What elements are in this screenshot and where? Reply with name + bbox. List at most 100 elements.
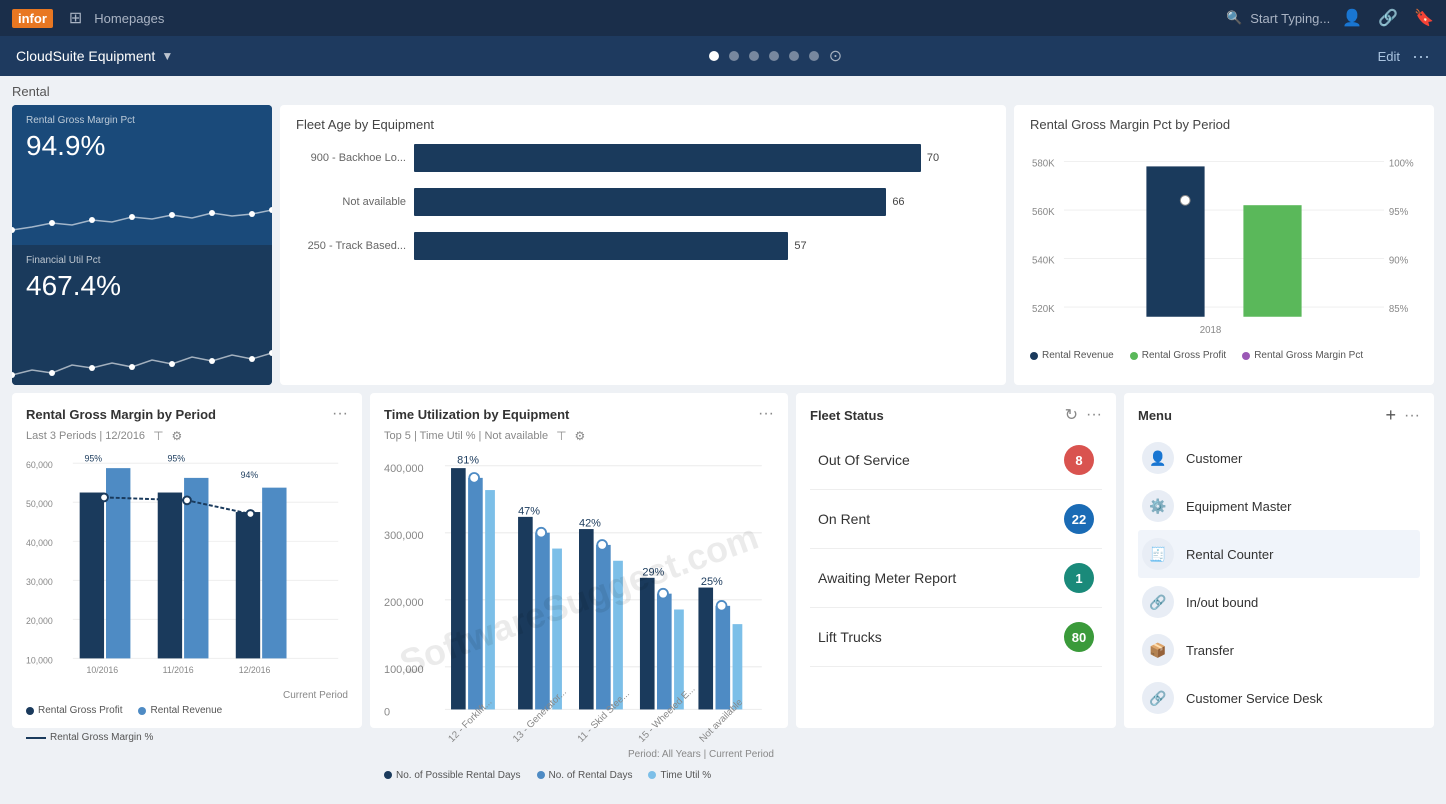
- filter-icon[interactable]: ⊤: [153, 429, 163, 443]
- time-util-legend: No. of Possible Rental Days No. of Renta…: [384, 770, 774, 781]
- svg-text:81%: 81%: [457, 454, 479, 466]
- menu-add-button[interactable]: +: [1386, 405, 1397, 426]
- tu-bar-5b: [716, 606, 731, 710]
- legend-gross-profit-2: Rental Gross Profit: [26, 705, 122, 716]
- legend-label-2: Rental Gross Profit: [1142, 350, 1226, 361]
- nav-dot-4[interactable]: [769, 51, 779, 61]
- time-util-card: Time Utilization by Equipment ··· Top 5 …: [370, 393, 788, 728]
- line-dot-2: [183, 496, 191, 504]
- fleet-status-more[interactable]: ···: [1086, 406, 1102, 424]
- fleet-status-label-1: Out Of Service: [818, 452, 1064, 468]
- more-button[interactable]: ···: [1412, 46, 1430, 67]
- nav-icons: 👤 🔗 🔖: [1342, 8, 1434, 28]
- line-dot-3: [247, 510, 255, 518]
- nav-dot-5[interactable]: [789, 51, 799, 61]
- rgm-svg: 580K 560K 540K 520K 100% 95% 90% 85%: [1030, 144, 1418, 344]
- svg-text:50,000: 50,000: [26, 499, 53, 509]
- menu-item-inout-bound[interactable]: 🔗 In/out bound: [1138, 578, 1420, 626]
- grid-icon[interactable]: ⊞: [69, 8, 82, 28]
- menu-more[interactable]: ···: [1404, 407, 1420, 425]
- legend-time-util: Time Util %: [648, 770, 711, 781]
- legend-dot-2: [1130, 352, 1138, 360]
- page-content: Rental Rental Gross Margin Pct 94.9%: [0, 76, 1446, 804]
- search-icon: 🔍: [1226, 10, 1242, 26]
- nav-dot-6[interactable]: [809, 51, 819, 61]
- share-icon[interactable]: 🔗: [1378, 8, 1398, 28]
- bar-container-3: 57: [414, 232, 990, 260]
- bookmark-icon[interactable]: 🔖: [1414, 8, 1434, 28]
- line-dot-1: [100, 494, 108, 502]
- gear-icon[interactable]: ⚙: [172, 429, 183, 443]
- transfer-icon: 📦: [1142, 634, 1174, 666]
- search-placeholder: Start Typing...: [1250, 11, 1330, 26]
- menu-item-customer-service-desk[interactable]: 🔗 Customer Service Desk: [1138, 674, 1420, 722]
- legend-label-3: Rental Gross Margin Pct: [1254, 350, 1363, 361]
- time-util-gear[interactable]: ⚙: [575, 429, 586, 443]
- legend-rental-days: No. of Rental Days: [537, 770, 633, 781]
- tu-bar-1c: [485, 490, 495, 709]
- tu-dot-2: [536, 528, 546, 538]
- menu-item-mco-quick-entry[interactable]: ⚡ MCO Quick Entry: [1138, 722, 1420, 728]
- kpi-top: Rental Gross Margin Pct 94.9%: [12, 105, 272, 245]
- rgm-period-subtitle: Last 3 Periods | 12/2016 ⊤ ⚙: [26, 429, 348, 443]
- fleet-badge-3: 1: [1064, 563, 1094, 593]
- inout-bound-icon: 🔗: [1142, 586, 1174, 618]
- fleet-age-card: Fleet Age by Equipment 900 - Backhoe Lo.…: [280, 105, 1006, 385]
- fleet-status-list: Out Of Service 8 On Rent 22 Awaiting Met…: [810, 431, 1102, 667]
- rgm-period-more[interactable]: ···: [332, 405, 348, 423]
- homepages-label[interactable]: Homepages: [94, 11, 164, 26]
- search-area[interactable]: 🔍 Start Typing...: [1226, 10, 1330, 26]
- svg-text:95%: 95%: [85, 453, 103, 463]
- top-row: Rental Gross Margin Pct 94.9% Financial …: [12, 105, 1434, 385]
- svg-text:90%: 90%: [1389, 255, 1409, 266]
- fleet-badge-2: 22: [1064, 504, 1094, 534]
- legend-line: [26, 737, 46, 739]
- refresh-icon[interactable]: ↻: [1065, 405, 1078, 425]
- menu-item-customer[interactable]: 👤 Customer: [1138, 434, 1420, 482]
- menu-item-transfer[interactable]: 📦 Transfer: [1138, 626, 1420, 674]
- menu-item-equipment-master[interactable]: ⚙️ Equipment Master: [1138, 482, 1420, 530]
- customer-icon: 👤: [1142, 442, 1174, 474]
- period-bar-2a: [158, 493, 182, 659]
- tu-bar-2c: [552, 549, 562, 710]
- svg-text:47%: 47%: [518, 505, 540, 517]
- kpi-card: Rental Gross Margin Pct 94.9% Financial …: [12, 105, 272, 385]
- legend-dot-4: [26, 707, 34, 715]
- edit-button[interactable]: Edit: [1378, 49, 1400, 64]
- legend-dot-1: [1030, 352, 1038, 360]
- rgm-legend: Rental Revenue Rental Gross Profit Renta…: [1030, 350, 1418, 361]
- tu-bar-5c: [733, 624, 743, 709]
- dropdown-arrow[interactable]: ▼: [161, 49, 173, 63]
- nav-arrow[interactable]: ⊙: [829, 46, 842, 66]
- bar-fill-3: [414, 232, 788, 260]
- period-bar-3a: [236, 512, 260, 658]
- time-util-filter[interactable]: ⊤: [556, 429, 566, 443]
- time-util-more[interactable]: ···: [758, 405, 774, 423]
- svg-text:42%: 42%: [579, 518, 601, 530]
- time-util-subtitle: Top 5 | Time Util % | Not available ⊤ ⚙: [384, 429, 774, 443]
- svg-text:2018: 2018: [1200, 325, 1222, 336]
- time-util-period-label: Period: All Years | Current Period: [384, 749, 774, 760]
- nav-dot-2[interactable]: [729, 51, 739, 61]
- svg-text:95%: 95%: [1389, 207, 1409, 218]
- svg-text:29%: 29%: [642, 566, 664, 578]
- nav-dot-3[interactable]: [749, 51, 759, 61]
- rgm-period-card: Rental Gross Margin by Period ··· Last 3…: [12, 393, 362, 728]
- kpi-top-value: 94.9%: [26, 130, 258, 162]
- nav-dot-1[interactable]: [709, 51, 719, 61]
- kpi-bottom-sparkline: [12, 335, 272, 385]
- svg-text:400,000: 400,000: [384, 463, 424, 475]
- time-util-svg: 400,000 300,000 200,000 100,000 0 81% 47…: [384, 451, 774, 749]
- menu-label-transfer: Transfer: [1186, 643, 1234, 658]
- menu-item-rental-counter[interactable]: 🧾 Rental Counter: [1138, 530, 1420, 578]
- bar-row-2: Not available 66: [296, 188, 990, 216]
- period-bar-1a: [80, 493, 104, 659]
- bar-fill-1: [414, 144, 921, 172]
- bar-value-3: 57: [794, 240, 806, 252]
- svg-text:200,000: 200,000: [384, 597, 424, 609]
- user-icon[interactable]: 👤: [1342, 8, 1362, 28]
- bar-value-1: 70: [927, 152, 939, 164]
- legend-dot-5: [138, 707, 146, 715]
- legend-gross-margin-pct: Rental Gross Margin Pct: [1242, 350, 1363, 361]
- svg-text:560K: 560K: [1032, 207, 1055, 218]
